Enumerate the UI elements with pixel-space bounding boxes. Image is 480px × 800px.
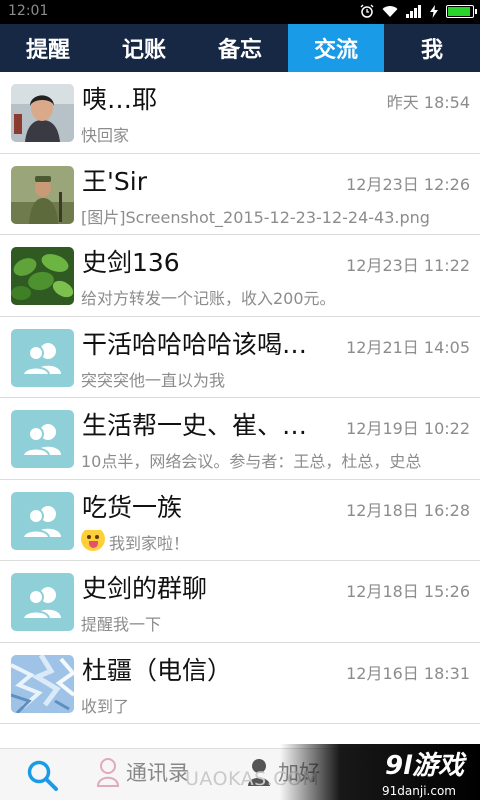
conversation-time: 12月23日 11:22 (346, 256, 470, 275)
alarm-icon (360, 4, 374, 18)
conversation-item[interactable]: 杜疆（电信） 12月16日 18:31 收到了 (0, 642, 480, 724)
conversation-item[interactable]: 干活哈哈哈哈该喝… 12月21日 14:05 突突突他一直以为我 (0, 316, 480, 398)
wifi-icon (382, 5, 398, 17)
conversation-preview: 快回家 (81, 126, 130, 145)
group-avatar-icon (11, 410, 74, 468)
conversation-time: 12月16日 18:31 (346, 663, 470, 683)
charging-icon (430, 4, 438, 18)
search-icon (27, 760, 58, 791)
conversation-time: 12月23日 12:26 (346, 174, 470, 194)
conversation-item[interactable]: 吃货一族 12月18日 16:28 我到家啦！ (0, 479, 480, 561)
conversation-preview: 我到家啦！ (81, 529, 189, 554)
group-avatar-icon (11, 573, 74, 631)
battery-icon (446, 4, 477, 18)
watermark: 9l游戏 91danji.com (280, 744, 480, 800)
conversation-item[interactable]: 咦…耶 昨天 18:54 快回家 (0, 72, 480, 154)
group-avatar-icon (11, 491, 74, 550)
tab-reminder[interactable]: 提醒 (0, 24, 96, 72)
conversation-preview: 提醒我一下 (81, 615, 162, 634)
conversation-preview: 收到了 (81, 696, 130, 716)
conversation-name: 干活哈哈哈哈该喝… (82, 329, 308, 359)
search-button[interactable] (26, 759, 60, 791)
conversation-time: 12月18日 15:26 (346, 582, 470, 601)
conversation-name: 王'Sir (82, 166, 147, 196)
status-bar: 12:01 (0, 0, 480, 24)
tab-accounting[interactable]: 记账 (96, 24, 192, 72)
conversation-name: 吃货一族 (82, 492, 183, 522)
conversation-time: 12月18日 16:28 (346, 500, 470, 520)
tab-chat[interactable]: 交流 (288, 24, 384, 72)
conversation-item[interactable]: 史剑136 12月23日 11:22 给对方转发一个记账，收入200元。 (0, 235, 480, 317)
contacts-label: 通讯录 (126, 761, 189, 785)
conversation-name: 史剑136 (82, 248, 180, 277)
contacts-button[interactable]: 通讯录 (96, 757, 189, 787)
group-avatar-icon (11, 328, 74, 387)
watermark-logo: 9l游戏 (384, 751, 464, 781)
top-tab-bar: 提醒 记账 备忘 交流 我 (0, 24, 480, 72)
tab-memo[interactable]: 备忘 (192, 24, 288, 72)
conversation-item[interactable]: 生活帮一史、崔、… 12月19日 10:22 10点半，网络会议。参与者：王总，… (0, 398, 480, 480)
conversation-name: 杜疆（电信） (82, 655, 233, 685)
tab-me[interactable]: 我 (384, 24, 480, 72)
watermark-domain: 91danji.com (382, 784, 456, 798)
conversation-preview: 给对方转发一个记账，收入200元。 (81, 289, 336, 308)
conversation-name: 生活帮一史、崔、… (82, 411, 308, 440)
tongue-out-emoji-icon (81, 529, 105, 551)
conversation-time: 12月21日 14:05 (346, 337, 470, 357)
avatar (11, 654, 74, 713)
conversation-item[interactable]: 王'Sir 12月23日 12:26 [图片]Screenshot_2015-1… (0, 153, 480, 235)
conversation-preview: 10点半，网络会议。参与者：王总，杜总，史总 (81, 452, 422, 471)
signal-icon (406, 4, 421, 18)
status-icons (360, 4, 477, 18)
conversation-name: 史剑的群聊 (82, 574, 208, 603)
conversation-preview: [图片]Screenshot_2015-12-23-12-24-43.png (81, 207, 430, 227)
avatar (11, 165, 74, 224)
avatar (11, 247, 74, 305)
conversation-item[interactable]: 史剑的群聊 12月18日 15:26 提醒我一下 (0, 561, 480, 643)
conversation-list: 咦…耶 昨天 18:54 快回家 王'Sir 12月23日 12:26 [图片]… (0, 72, 480, 724)
person-outline-icon (96, 758, 120, 787)
conversation-time: 昨天 18:54 (386, 93, 470, 112)
avatar (11, 84, 74, 142)
conversation-time: 12月19日 10:22 (346, 419, 470, 438)
conversation-preview: 突突突他一直以为我 (81, 370, 226, 390)
conversation-name: 咦…耶 (82, 85, 158, 114)
